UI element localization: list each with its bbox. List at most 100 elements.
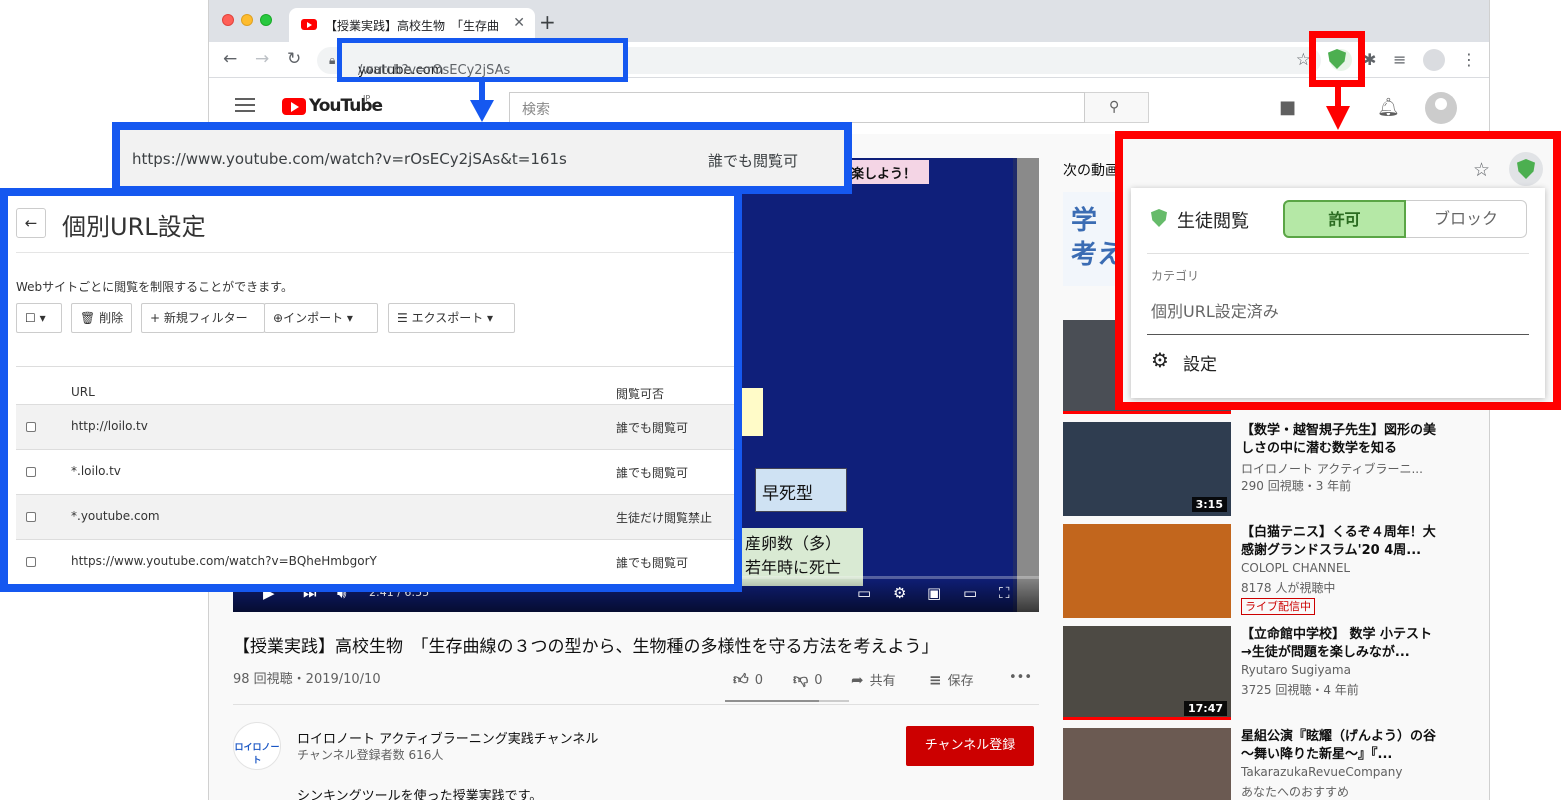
slide-right-edge — [1017, 158, 1039, 612]
import-label: インポート ▾ — [283, 311, 353, 325]
browser-tab[interactable]: 【授業実践】高校生物 「生存曲 ✕ — [289, 8, 535, 42]
settings-link[interactable]: 設定 — [1183, 350, 1217, 375]
red-arrow-head-icon — [1326, 106, 1350, 130]
extensions-puzzle-icon[interactable]: ✱ — [1363, 50, 1376, 69]
trash-icon: 🗑︎ — [80, 311, 96, 325]
tab-close-icon[interactable]: ✕ — [513, 15, 525, 31]
table-row[interactable]: *.loilo.tv 誰でも閲覧可 — [16, 449, 734, 494]
url-path: /watch?v=rOsECy2jSAs — [358, 63, 511, 78]
new-tab-button[interactable]: + — [539, 10, 556, 34]
miniplayer-icon[interactable]: ▣ — [927, 584, 941, 602]
row-checkbox[interactable] — [26, 557, 36, 567]
bookmark-star-icon[interactable]: ☆ — [1473, 159, 1490, 181]
maximize-window-button[interactable] — [260, 14, 272, 26]
highlighted-url-status: 誰でも閲覧可 — [708, 152, 799, 170]
extension-popup-highlight: ☆ 生徒閲覧 許可 ブロック カテゴリ 個別URL設定済み ⚙ 設定 — [1115, 131, 1561, 410]
upload-icon: ⊕ — [273, 311, 284, 325]
forward-arrow-icon[interactable]: → — [255, 49, 269, 69]
export-button[interactable]: ☰ エクスポート ▾ — [388, 303, 515, 333]
rec-thumbnail[interactable]: 17:47 — [1063, 626, 1231, 720]
delete-button[interactable]: 🗑︎ 削除 — [71, 303, 132, 333]
row-status: 誰でも閲覧可 — [616, 556, 689, 570]
rec-title[interactable]: 【立命館中学校】 数学 小テスト→生徒が問題を楽しみなが... — [1241, 626, 1441, 662]
channel-subscribers: チャンネル登録者数 616人 — [297, 748, 444, 762]
gear-icon[interactable]: ⚙ — [1151, 348, 1169, 372]
youtube-favicon-icon — [301, 19, 317, 30]
extension-shield-button[interactable] — [1509, 152, 1543, 186]
back-arrow-icon[interactable]: ← — [223, 49, 237, 69]
import-button[interactable]: ⊕インポート ▾ — [264, 303, 378, 333]
row-checkbox[interactable] — [26, 512, 36, 522]
rec-title[interactable]: 【数学・越智規子先生】図形の美しさの中に潜む数学を知る — [1241, 422, 1441, 458]
fullscreen-icon[interactable]: ⛶ — [999, 584, 1010, 602]
back-button[interactable]: ← — [16, 208, 46, 238]
playlist-add-icon: ≡ — [929, 671, 942, 689]
settings-gear-icon[interactable]: ⚙ — [893, 584, 906, 602]
rec-thumbnail[interactable] — [1063, 524, 1231, 618]
select-all-dropdown[interactable]: ☐ ▾ — [16, 303, 62, 333]
subscribe-button[interactable]: チャンネル登録 — [906, 726, 1034, 766]
video-meta: 98 回視聴・2019/10/10 — [233, 672, 381, 687]
search-button[interactable]: ⚲ — [1085, 92, 1149, 123]
video-title: 【授業実践】高校生物 「生存曲線の３つの型から、生物種の多様性を守る方法を考えよ… — [233, 637, 939, 657]
like-button[interactable]: 👍︎ 0 — [733, 670, 763, 689]
channel-name[interactable]: ロイロノート アクティブラーニング実践チャンネル — [297, 728, 598, 747]
rec-thumbnail[interactable]: 3:15 — [1063, 422, 1231, 516]
duration-badge: 3:15 — [1191, 497, 1227, 512]
table-row[interactable]: *.youtube.com 生徒だけ閲覧禁止 — [16, 494, 734, 539]
divider — [233, 704, 1039, 705]
allow-toggle[interactable]: 許可 — [1283, 200, 1406, 238]
share-button[interactable]: ➦ 共有 — [851, 670, 896, 689]
dislike-count: 0 — [814, 673, 823, 688]
row-url: *.youtube.com — [71, 509, 160, 523]
region-label: JP — [363, 94, 371, 103]
search-input[interactable]: 検索 — [509, 92, 1085, 123]
youtube-logo-text[interactable]: YouTube — [309, 96, 383, 116]
save-button[interactable]: ≡ 保存 — [929, 670, 974, 689]
rec-title[interactable]: 【白猫テニス】くるぞ４周年！大感謝グランドスラム'20 4周... — [1241, 524, 1441, 560]
shield-icon — [1151, 209, 1167, 227]
row-status: 誰でも閲覧可 — [616, 421, 689, 435]
row-url: http://loilo.tv — [71, 419, 148, 433]
save-label: 保存 — [947, 674, 974, 689]
table-row[interactable]: http://loilo.tv 誰でも閲覧可 — [16, 404, 734, 449]
channel-avatar[interactable]: ロイロノート — [233, 722, 281, 770]
close-window-button[interactable] — [222, 14, 234, 26]
extension-popup: 生徒閲覧 許可 ブロック カテゴリ 個別URL設定済み ⚙ 設定 — [1131, 188, 1545, 398]
media-queue-icon[interactable]: ≡ — [1393, 50, 1406, 69]
row-checkbox[interactable] — [26, 422, 36, 432]
row-status: 誰でも閲覧可 — [616, 466, 689, 480]
rec-title[interactable]: 星組公演『眩耀（げんよう）の谷 ～舞い降りた新星～』『... — [1241, 728, 1449, 764]
more-actions-button[interactable]: ••• — [1009, 670, 1032, 685]
notifications-bell-icon[interactable]: 🔔︎ — [1377, 97, 1400, 118]
panel-divider — [16, 252, 734, 253]
block-toggle[interactable]: ブロック — [1406, 200, 1527, 238]
column-header-access[interactable]: 閲覧可否 — [616, 385, 664, 402]
reload-icon[interactable]: ↻ — [287, 49, 301, 69]
highlighted-url: https://www.youtube.com/watch?v=rOsECy2j… — [132, 150, 567, 168]
rec-thumbnail[interactable] — [1063, 728, 1231, 800]
column-header-url[interactable]: URL — [71, 385, 95, 399]
minimize-window-button[interactable] — [241, 14, 253, 26]
youtube-logo-icon[interactable] — [282, 98, 306, 115]
browser-menu-icon[interactable]: ⋮ — [1461, 50, 1477, 69]
table-row[interactable]: https://www.youtube.com/watch?v=BQheHmbg… — [16, 539, 734, 584]
row-url: *.loilo.tv — [71, 464, 121, 478]
dislike-button[interactable]: 👎︎ 0 — [793, 670, 823, 689]
account-avatar[interactable] — [1425, 92, 1457, 124]
hamburger-menu-icon[interactable] — [235, 98, 255, 116]
student-access-label: 生徒閲覧 — [1177, 211, 1249, 232]
extension-button-highlight[interactable] — [1309, 31, 1365, 87]
subtitles-icon[interactable]: ▭ — [857, 584, 871, 602]
theater-mode-icon[interactable]: ▭ — [963, 584, 977, 602]
up-next-label: 次の動画 — [1063, 163, 1119, 179]
row-checkbox[interactable] — [26, 467, 36, 477]
rec-views: 3725 回視聴・4 年前 — [1241, 683, 1359, 697]
profile-avatar[interactable] — [1423, 49, 1445, 71]
export-label: エクスポート ▾ — [411, 311, 494, 325]
category-value: 個別URL設定済み — [1151, 302, 1279, 321]
row-status: 生徒だけ閲覧禁止 — [616, 511, 713, 525]
new-filter-button[interactable]: + 新規フィルター — [141, 303, 265, 333]
url-callout: youtube.com/watch?v=rOsECy2jSAs — [337, 38, 628, 82]
create-video-icon[interactable]: ■ — [1279, 97, 1296, 118]
